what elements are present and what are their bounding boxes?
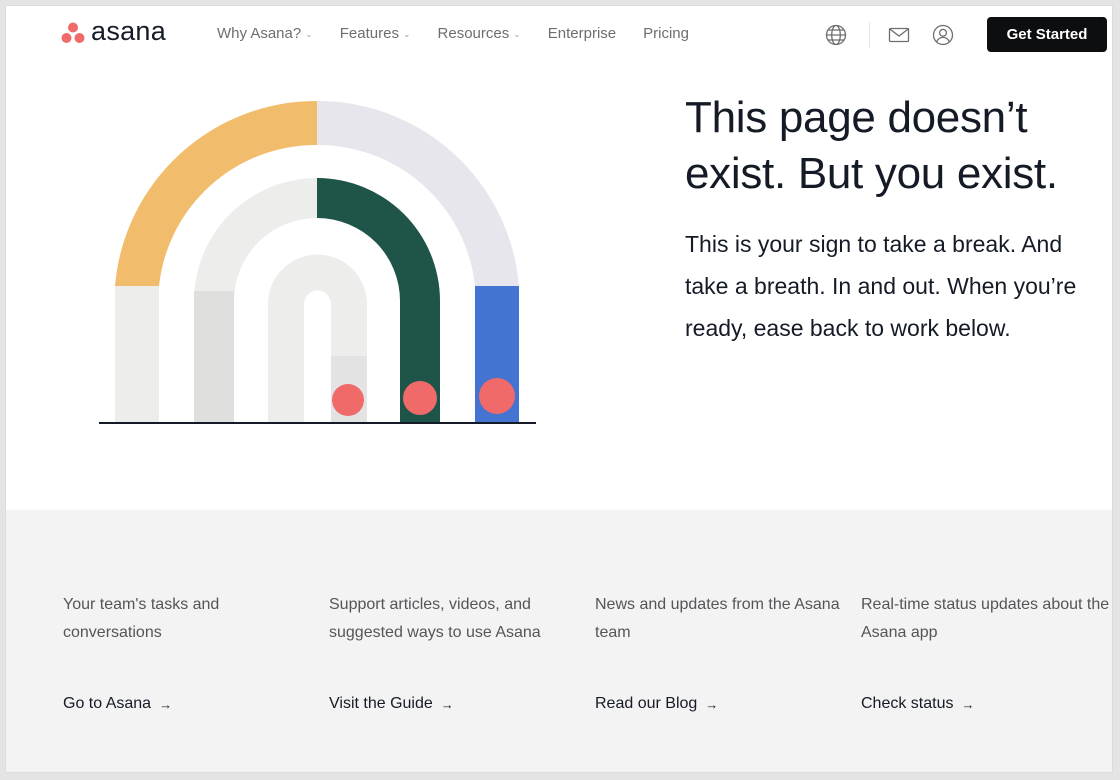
nav-utility-icons (824, 22, 955, 48)
nav-resources[interactable]: Resources ⌄ (438, 25, 521, 42)
footer-col-description: Your team's tasks and conversations (63, 596, 220, 641)
arrow-right-icon: → (961, 696, 975, 712)
go-to-asana-link[interactable]: Go to Asana → (63, 695, 172, 713)
check-status-link[interactable]: Check status → (861, 695, 974, 713)
nav-links: Why Asana? ⌄ Features ⌄ Resources ⌄ Ente… (217, 25, 716, 42)
read-our-blog-link[interactable]: Read our Blog → (595, 695, 718, 713)
nav-resources-label: Resources (437, 25, 510, 42)
nav-features-label: Features (339, 25, 399, 42)
nav-features[interactable]: Features ⌄ (340, 25, 411, 42)
user-icon[interactable] (931, 23, 955, 47)
link-label: Read our Blog (595, 695, 698, 712)
arrow-right-icon: → (440, 696, 454, 712)
link-label: Visit the Guide (329, 695, 433, 712)
link-label: Go to Asana (63, 695, 152, 712)
visit-the-guide-link[interactable]: Visit the Guide → (329, 695, 454, 713)
nav-why-asana-label: Why Asana? (217, 25, 302, 42)
coral-ball-2 (403, 381, 437, 415)
footer-col-asana: Your team's tasks and conversations Go t… (63, 591, 313, 713)
coral-ball-3 (479, 378, 515, 414)
footer-col-description: Real-time status updates about the Asana… (861, 596, 1110, 641)
chevron-down-icon: ⌄ (305, 29, 313, 39)
top-nav: asana Why Asana? ⌄ Features ⌄ Resources … (6, 6, 1112, 66)
footer-col-status: Real-time status updates about the Asana… (861, 591, 1111, 713)
rainbow-arch-illustration (99, 100, 536, 424)
asana-logo-icon (61, 22, 85, 43)
stem-outer-left (115, 286, 159, 422)
mail-icon[interactable] (887, 23, 911, 47)
arrow-right-icon: → (159, 696, 173, 712)
footer-col-description: News and updates from the Asana team (595, 596, 840, 641)
nav-pricing-label: Pricing (643, 25, 689, 42)
stem-middle-left (194, 291, 234, 422)
nav-pricing[interactable]: Pricing (643, 25, 689, 42)
globe-icon[interactable] (824, 23, 848, 47)
footer-links-section: Your team's tasks and conversations Go t… (6, 510, 1112, 772)
page: asana Why Asana? ⌄ Features ⌄ Resources … (5, 5, 1113, 773)
hero-subtext: This is your sign to take a break. And t… (685, 231, 1077, 341)
footer-col-blog: News and updates from the Asana team Rea… (595, 591, 845, 713)
brand-name: asana (91, 15, 167, 46)
get-started-button[interactable]: Get Started (987, 17, 1107, 52)
nav-divider (869, 22, 870, 48)
chevron-down-icon: ⌄ (513, 29, 521, 39)
chevron-down-icon: ⌄ (402, 29, 411, 39)
nav-enterprise-label: Enterprise (547, 25, 617, 42)
page-title: This page doesn’t exist. But you exist. (685, 93, 1058, 198)
coral-ball-1 (332, 384, 364, 416)
arrow-right-icon: → (705, 696, 719, 712)
footer-col-guide: Support articles, videos, and suggested … (329, 591, 579, 713)
footer-col-description: Support articles, videos, and suggested … (329, 596, 541, 641)
hero: This page doesn’t exist. But you exist. … (685, 90, 1110, 349)
link-label: Check status (861, 695, 954, 712)
nav-why-asana[interactable]: Why Asana? ⌄ (217, 25, 313, 42)
nav-enterprise[interactable]: Enterprise (548, 25, 616, 42)
asana-logo[interactable]: asana (60, 15, 167, 46)
